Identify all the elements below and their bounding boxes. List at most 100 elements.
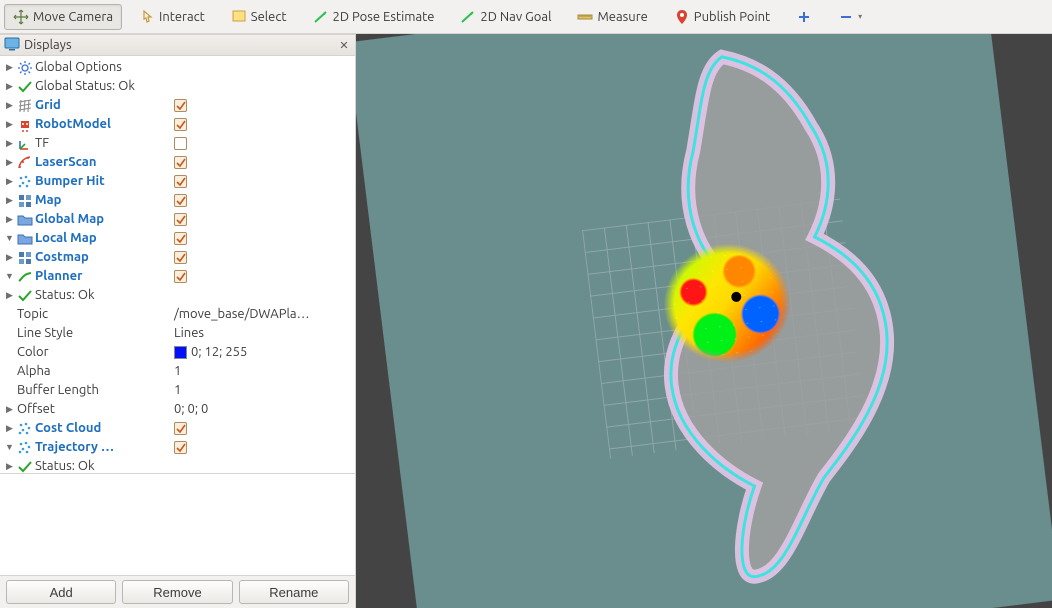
checkbox[interactable] <box>174 99 187 112</box>
checkbox[interactable] <box>174 213 187 226</box>
pointcloud-icon <box>17 440 33 456</box>
tree-item-planner[interactable]: ▼ Planner <box>0 267 355 286</box>
select-label: Select <box>251 10 287 24</box>
checkbox[interactable] <box>174 156 187 169</box>
folder-icon <box>17 212 33 228</box>
measure-button[interactable]: Measure <box>568 4 656 30</box>
tree-item-grid[interactable]: ▶ Grid <box>0 96 355 115</box>
checkbox[interactable] <box>174 118 187 131</box>
tree-item-global-status[interactable]: ▶ Global Status: Ok <box>0 77 355 96</box>
publish-point-icon <box>674 9 690 25</box>
tree-item-status[interactable]: ▶ Status: Ok <box>0 457 355 474</box>
tree-label: Costmap <box>35 248 89 267</box>
tree-item-bumper-hit[interactable]: ▶ Bumper Hit <box>0 172 355 191</box>
tree-item-costmap[interactable]: ▶ Costmap <box>0 248 355 267</box>
expand-arrow[interactable]: ▶ <box>4 138 15 149</box>
expand-arrow[interactable]: ▶ <box>4 404 15 415</box>
expand-arrow[interactable]: ▶ <box>4 62 15 73</box>
pointcloud-icon <box>17 174 33 190</box>
tree-label: TF <box>35 134 49 153</box>
tree-item-local-map[interactable]: ▼ Local Map <box>0 229 355 248</box>
displays-panel-close[interactable]: ✕ <box>337 38 351 52</box>
expand-arrow[interactable]: ▶ <box>4 252 15 263</box>
expand-arrow[interactable]: ▶ <box>4 461 15 472</box>
description-area <box>0 474 355 576</box>
tree-item-robotmodel[interactable]: ▶ RobotModel <box>0 115 355 134</box>
pose-estimate-label: 2D Pose Estimate <box>333 10 435 24</box>
color-swatch[interactable] <box>174 346 187 359</box>
tree-item-global-map[interactable]: ▶ Global Map <box>0 210 355 229</box>
tree-label: Status: Ok <box>35 286 95 305</box>
displays-panel-buttons: Add Remove Rename <box>0 576 355 608</box>
grid-icon <box>17 98 33 114</box>
tree-item-map[interactable]: ▶ Map <box>0 191 355 210</box>
property-value[interactable]: 1 <box>174 362 181 381</box>
remove-tool-button[interactable]: ▾ <box>829 4 871 30</box>
expand-arrow[interactable]: ▶ <box>4 157 15 168</box>
measure-icon <box>577 9 593 25</box>
rename-button[interactable]: Rename <box>239 580 349 604</box>
tree-item-global-options[interactable]: ▶ Global Options <box>0 58 355 77</box>
select-button[interactable]: Select <box>222 4 296 30</box>
displays-panel-title: Displays <box>24 38 333 52</box>
expand-arrow[interactable]: ▶ <box>4 81 15 92</box>
nav-goal-button[interactable]: 2D Nav Goal <box>451 4 560 30</box>
tree-item-status[interactable]: ▶ Status: Ok <box>0 286 355 305</box>
tree-item-tf[interactable]: ▶ TF <box>0 134 355 153</box>
expand-arrow[interactable]: ▶ <box>4 214 15 225</box>
collapse-arrow[interactable]: ▼ <box>4 271 15 282</box>
expand-arrow[interactable]: ▶ <box>4 290 15 301</box>
checkbox[interactable] <box>174 137 187 150</box>
checkbox[interactable] <box>174 194 187 207</box>
tree-item-trajectory[interactable]: ▼ Trajectory … <box>0 438 355 457</box>
folder-icon <box>17 231 33 247</box>
checkbox[interactable] <box>174 441 187 454</box>
tree-item-buffer[interactable]: ▶ Buffer Length 1 <box>0 381 355 400</box>
tree-label: Local Map <box>35 229 97 248</box>
property-value[interactable]: 0; 12; 255 <box>191 343 247 362</box>
expand-arrow[interactable]: ▶ <box>4 100 15 111</box>
interact-button[interactable]: Interact <box>130 4 214 30</box>
checkbox[interactable] <box>174 422 187 435</box>
checkbox[interactable] <box>174 270 187 283</box>
tree-item-laserscan[interactable]: ▶ LaserScan <box>0 153 355 172</box>
path-icon <box>17 269 33 285</box>
tree-label: Trajectory … <box>35 438 114 457</box>
tree-item-topic[interactable]: ▶ Topic /move_base/DWAPla… <box>0 305 355 324</box>
main-area: Displays ✕ ▶ Global Options ▶ <box>0 34 1052 608</box>
expand-arrow[interactable]: ▶ <box>4 195 15 206</box>
property-label: Offset <box>17 400 55 419</box>
property-value[interactable]: 0; 0; 0 <box>174 400 208 419</box>
move-camera-button[interactable]: Move Camera <box>4 4 122 30</box>
tree-item-offset[interactable]: ▶ Offset 0; 0; 0 <box>0 400 355 419</box>
laserscan-icon <box>17 155 33 171</box>
checkbox[interactable] <box>174 251 187 264</box>
add-button[interactable]: Add <box>6 580 116 604</box>
collapse-arrow[interactable]: ▼ <box>4 233 15 244</box>
displays-panel-header[interactable]: Displays ✕ <box>0 34 355 56</box>
property-label: Color <box>17 343 49 362</box>
tree-label: Bumper Hit <box>35 172 105 191</box>
property-value[interactable]: 1 <box>174 381 181 400</box>
checkbox[interactable] <box>174 175 187 188</box>
expand-arrow[interactable]: ▶ <box>4 119 15 130</box>
tree-item-color[interactable]: ▶ Color 0; 12; 255 <box>0 343 355 362</box>
property-value[interactable]: Lines <box>174 324 204 343</box>
tree-item-alpha[interactable]: ▶ Alpha 1 <box>0 362 355 381</box>
checkbox[interactable] <box>174 232 187 245</box>
tree-item-cost-cloud[interactable]: ▶ Cost Cloud <box>0 419 355 438</box>
cost-grid-overlay <box>638 219 815 387</box>
tree-item-line-style[interactable]: ▶ Line Style Lines <box>0 324 355 343</box>
remove-button[interactable]: Remove <box>122 580 232 604</box>
3d-viewport[interactable] <box>356 34 1052 608</box>
tree-label: Status: Ok <box>35 457 95 474</box>
expand-arrow[interactable]: ▶ <box>4 423 15 434</box>
pose-estimate-button[interactable]: 2D Pose Estimate <box>304 4 444 30</box>
property-value[interactable]: /move_base/DWAPla… <box>174 305 310 324</box>
displays-tree[interactable]: ▶ Global Options ▶ Global Status: Ok <box>0 56 355 474</box>
move-camera-label: Move Camera <box>33 10 113 24</box>
expand-arrow[interactable]: ▶ <box>4 176 15 187</box>
publish-point-button[interactable]: Publish Point <box>665 4 779 30</box>
collapse-arrow[interactable]: ▼ <box>4 442 15 453</box>
add-tool-button[interactable] <box>787 4 821 30</box>
